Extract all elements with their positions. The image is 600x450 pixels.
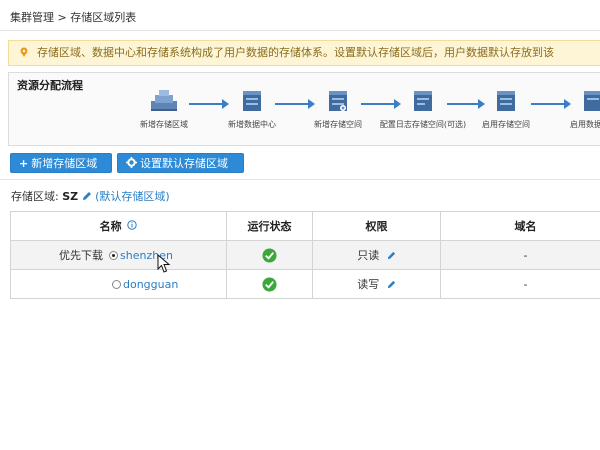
default-zone-tag: (默认存储区域) bbox=[95, 190, 170, 203]
divider bbox=[0, 179, 600, 180]
storage-zone-icon bbox=[151, 90, 177, 111]
flow-step-add-zone[interactable]: 新增存储区域 bbox=[131, 89, 197, 130]
flow-step-label: 启用数据 bbox=[570, 120, 600, 129]
plus-icon: + bbox=[19, 157, 29, 170]
column-header-domain: 域名 bbox=[440, 211, 600, 241]
domain-cell: - bbox=[440, 240, 600, 270]
name-cell: dongguan bbox=[10, 269, 227, 299]
flow-title: 资源分配流程 bbox=[17, 79, 83, 92]
column-header-name: 名称 bbox=[10, 211, 227, 241]
edit-pencil-icon[interactable] bbox=[82, 191, 92, 201]
permission-value: 只读 bbox=[357, 249, 380, 262]
log-storage-icon bbox=[414, 91, 432, 111]
status-cell bbox=[226, 240, 313, 270]
domain-cell: - bbox=[440, 269, 600, 299]
breadcrumb-parent[interactable]: 集群管理 bbox=[10, 11, 54, 24]
set-default-zone-label: 设置默认存储区域 bbox=[140, 157, 228, 170]
priority-radio[interactable] bbox=[109, 251, 118, 260]
breadcrumb: 集群管理 > 存储区域列表 bbox=[10, 9, 136, 25]
notice-text: 存储区域、数据中心和存储系统构成了用户数据的存储体系。设置默认存储区域后，用户数… bbox=[37, 46, 554, 59]
flow-step-add-datacenter[interactable]: 新增数据中心 bbox=[219, 89, 285, 130]
storage-zone-table: 名称 运行状态 权限 域名 优先下载 shenzhen 只读 - donggua… bbox=[10, 211, 600, 299]
flow-step-label: 新增存储区域 bbox=[140, 120, 188, 129]
resource-flow-panel: 资源分配流程 新增存储区域 新增数据中心 新增存储空间 配置日志存储空间(可选) bbox=[8, 72, 600, 146]
enable-data-icon bbox=[584, 91, 600, 111]
priority-download-label: 优先下载 bbox=[59, 249, 103, 262]
divider bbox=[0, 30, 600, 31]
storage-space-icon bbox=[329, 91, 347, 111]
set-default-zone-button[interactable]: 设置默认存储区域 bbox=[117, 153, 244, 173]
edit-pencil-icon[interactable] bbox=[387, 251, 396, 260]
add-storage-zone-label: 新增存储区域 bbox=[31, 157, 98, 170]
datacenter-icon bbox=[243, 91, 261, 111]
mouse-cursor-icon bbox=[157, 254, 171, 273]
table-header-row: 名称 运行状态 权限 域名 bbox=[10, 211, 600, 241]
breadcrumb-current: 存储区域列表 bbox=[70, 11, 137, 24]
flow-arrow bbox=[531, 99, 571, 109]
edit-pencil-icon[interactable] bbox=[387, 280, 396, 289]
flow-step-log-storage[interactable]: 配置日志存储空间(可选) bbox=[373, 89, 473, 130]
name-cell: 优先下载 shenzhen bbox=[10, 240, 227, 270]
notice-banner: 存储区域、数据中心和存储系统构成了用户数据的存储体系。设置默认存储区域后，用户数… bbox=[8, 40, 600, 66]
gear-icon bbox=[126, 157, 137, 168]
permission-cell: 只读 bbox=[312, 240, 441, 270]
permission-value: 读写 bbox=[357, 278, 380, 291]
table-row[interactable]: 优先下载 shenzhen 只读 - bbox=[10, 240, 600, 270]
breadcrumb-separator: > bbox=[57, 11, 67, 24]
zone-header: 存储区域: SZ (默认存储区域) bbox=[11, 188, 170, 204]
check-circle-icon bbox=[262, 247, 277, 263]
flow-step-enable-storage[interactable]: 启用存储空间 bbox=[473, 89, 539, 130]
add-storage-zone-button[interactable]: + 新增存储区域 bbox=[10, 153, 112, 173]
flow-step-label: 新增数据中心 bbox=[228, 120, 276, 129]
flow-step-add-storage[interactable]: 新增存储空间 bbox=[303, 89, 373, 130]
column-header-status: 运行状态 bbox=[226, 211, 313, 241]
priority-radio[interactable] bbox=[112, 279, 121, 289]
permission-cell: 读写 bbox=[312, 269, 441, 299]
flow-step-enable-data[interactable]: 启用数据 bbox=[565, 89, 600, 130]
location-pin-icon bbox=[20, 47, 28, 57]
flow-step-label: 启用存储空间 bbox=[482, 120, 530, 129]
enable-storage-icon bbox=[497, 91, 515, 111]
status-cell bbox=[226, 269, 313, 299]
zone-link-dongguan[interactable]: dongguan bbox=[123, 278, 178, 291]
info-icon[interactable] bbox=[127, 220, 138, 230]
flow-step-label: 新增存储空间 bbox=[314, 120, 362, 129]
flow-step-label: 配置日志存储空间(可选) bbox=[379, 120, 467, 129]
column-header-permission: 权限 bbox=[312, 211, 441, 241]
zone-prefix: 存储区域: bbox=[11, 190, 59, 203]
zone-name: SZ bbox=[62, 190, 79, 203]
check-circle-icon bbox=[262, 276, 277, 292]
table-row[interactable]: dongguan 读写 - bbox=[10, 269, 600, 299]
